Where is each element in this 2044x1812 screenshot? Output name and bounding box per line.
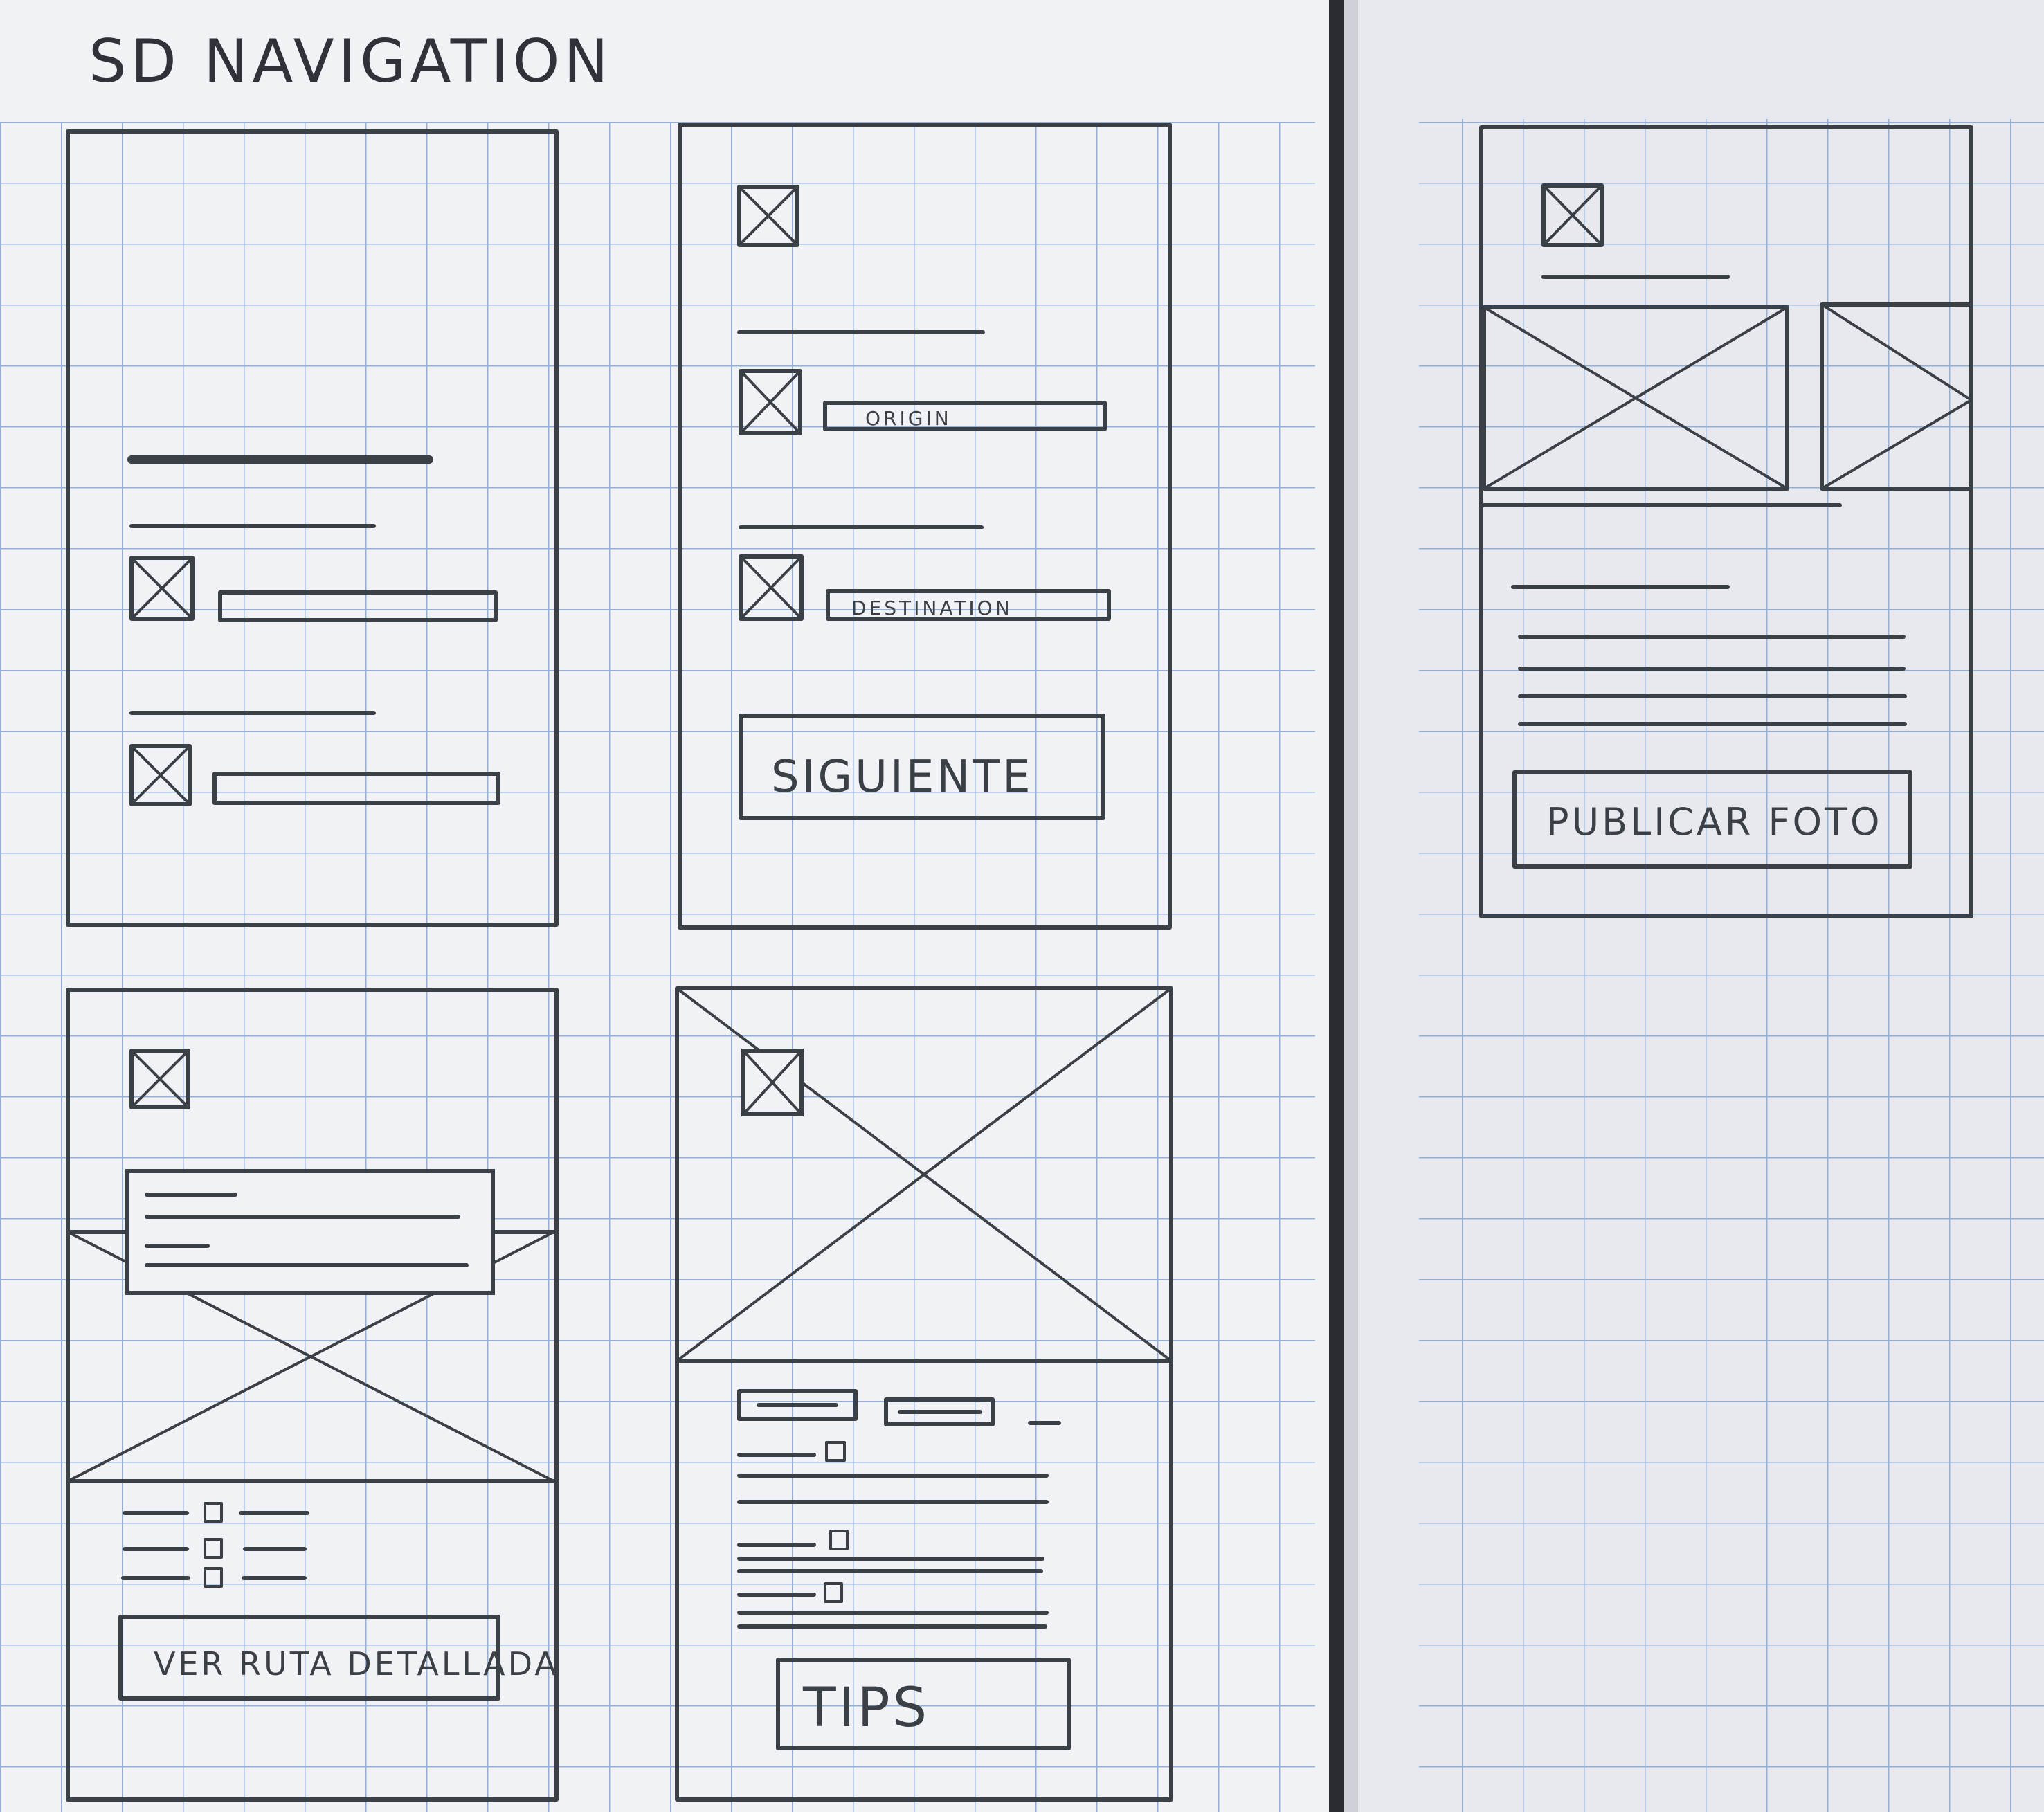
sketch-canvas: SD NAVIGATION ORIGIN DESTINATION SIGUIEN… — [0, 0, 2044, 1812]
page-gutter — [1329, 0, 1344, 1812]
page-gutter-shadow — [1344, 0, 1358, 1812]
screen-4-info-card — [125, 1169, 495, 1295]
screen-2-origin-label: ORIGIN — [865, 407, 952, 430]
screen-5-tips-label: TIPS — [802, 1677, 930, 1739]
sketch-title: SD NAVIGATION — [89, 27, 613, 96]
notebook-sketch: SD NAVIGATION ORIGIN DESTINATION SIGUIEN… — [0, 0, 2044, 1812]
screen-3-publicar-label: PUBLICAR FOTO — [1546, 800, 1883, 844]
screen-2-siguiente-label: SIGUIENTE — [771, 752, 1033, 803]
right-page-grid — [1419, 119, 2044, 1812]
screen-4-ver-ruta-label: VER RUTA DETALLADA — [154, 1645, 559, 1683]
screen-2-destination-label: DESTINATION — [851, 597, 1013, 619]
left-page-grid — [0, 122, 1315, 1812]
